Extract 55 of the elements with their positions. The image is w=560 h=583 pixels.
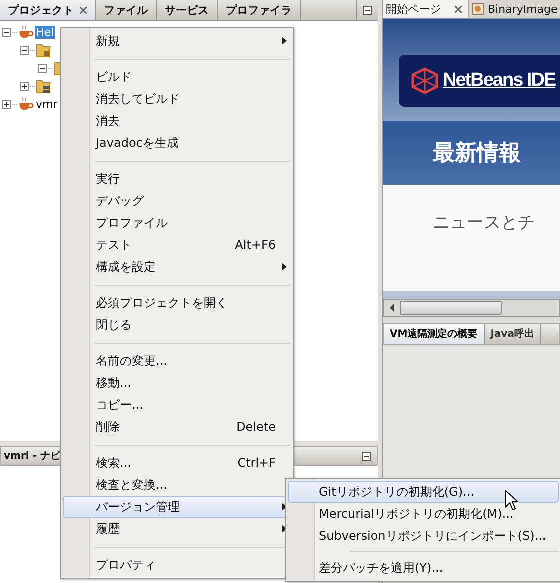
close-icon[interactable] (455, 6, 462, 12)
panel-tab[interactable]: プロファイラ (218, 0, 301, 20)
expander-icon[interactable] (2, 28, 11, 36)
menu-item[interactable]: 差分パッチを適用(Y)... (288, 557, 559, 579)
library-folder-icon (36, 78, 52, 94)
menu-item[interactable]: ビルド (63, 66, 291, 88)
panel-tab[interactable]: プロジェクト (0, 0, 96, 20)
cube-logo-icon (411, 67, 439, 95)
panel-tab[interactable]: Java呼出 (484, 324, 542, 344)
coffee-cup-icon (18, 96, 34, 112)
menu-item[interactable]: Mercurialリポジトリの初期化(M)... (288, 503, 559, 525)
expander-icon[interactable] (38, 64, 47, 72)
horizontal-scrollbar[interactable] (383, 299, 560, 317)
minimize-icon[interactable] (362, 452, 371, 460)
navigator-title: vmri - ナビ (4, 450, 60, 463)
logo-text: NetBeans IDE (443, 70, 556, 92)
menu-item[interactable]: 検索... Ctrl+F (63, 452, 291, 474)
shortcut-text: Ctrl+F (238, 456, 276, 470)
scrollbar-thumb[interactable] (400, 301, 502, 315)
news-heading: 最新情報 (433, 140, 521, 168)
left-arrow-icon[interactable] (388, 304, 396, 312)
menu-item[interactable]: 消去してビルド (63, 88, 291, 110)
expander-icon[interactable] (20, 46, 29, 54)
menu-item[interactable]: 削除 Delete (63, 416, 291, 438)
panel-tab[interactable]: サービス (157, 0, 218, 20)
coffee-cup-icon (18, 24, 34, 40)
expander-icon[interactable] (20, 82, 29, 90)
shortcut-text: Alt+F6 (235, 238, 276, 252)
menu-item[interactable]: 移動... (63, 372, 291, 394)
menu-item[interactable]: 構成を設定 (63, 256, 291, 278)
news-subheading: ニュースとチ (433, 213, 535, 233)
panel-tab[interactable]: VM遠隔測定の概要 (384, 324, 485, 344)
editor-tab[interactable]: 開始ページ (383, 0, 469, 18)
menu-item[interactable]: 閉じる (63, 314, 291, 336)
expander-icon[interactable] (2, 100, 11, 108)
close-icon[interactable] (80, 6, 87, 14)
menu-item[interactable]: 必須プロジェクトを開く (63, 292, 291, 314)
menu-item[interactable]: Gitリポジトリの初期化(G)... (288, 481, 559, 503)
menu-item[interactable]: Javadocを生成 (63, 132, 291, 154)
panel-tab[interactable]: ファイル (96, 0, 157, 20)
menu-item[interactable]: コピー... (63, 394, 291, 416)
menu-item[interactable]: 消去 (63, 110, 291, 132)
minimize-icon[interactable] (363, 6, 372, 14)
menu-item[interactable]: 名前の変更... (63, 350, 291, 372)
package-folder-icon (36, 42, 52, 58)
menu-item[interactable]: プロファイル (63, 212, 291, 234)
menu-item[interactable]: 実行 (63, 168, 291, 190)
menu-item[interactable]: テスト Alt+F6 (63, 234, 291, 256)
tree-item[interactable]: vmr (35, 98, 59, 110)
menu-item[interactable]: 新規 (63, 30, 291, 52)
menu-item[interactable]: Subversionリポジトリにインポート(S)... (288, 525, 559, 547)
menu-item[interactable]: デバッグ (63, 190, 291, 212)
editor-tab[interactable]: BinaryImage (469, 0, 560, 18)
shortcut-text: Delete (236, 420, 276, 434)
tree-item[interactable]: Hel (35, 26, 56, 38)
